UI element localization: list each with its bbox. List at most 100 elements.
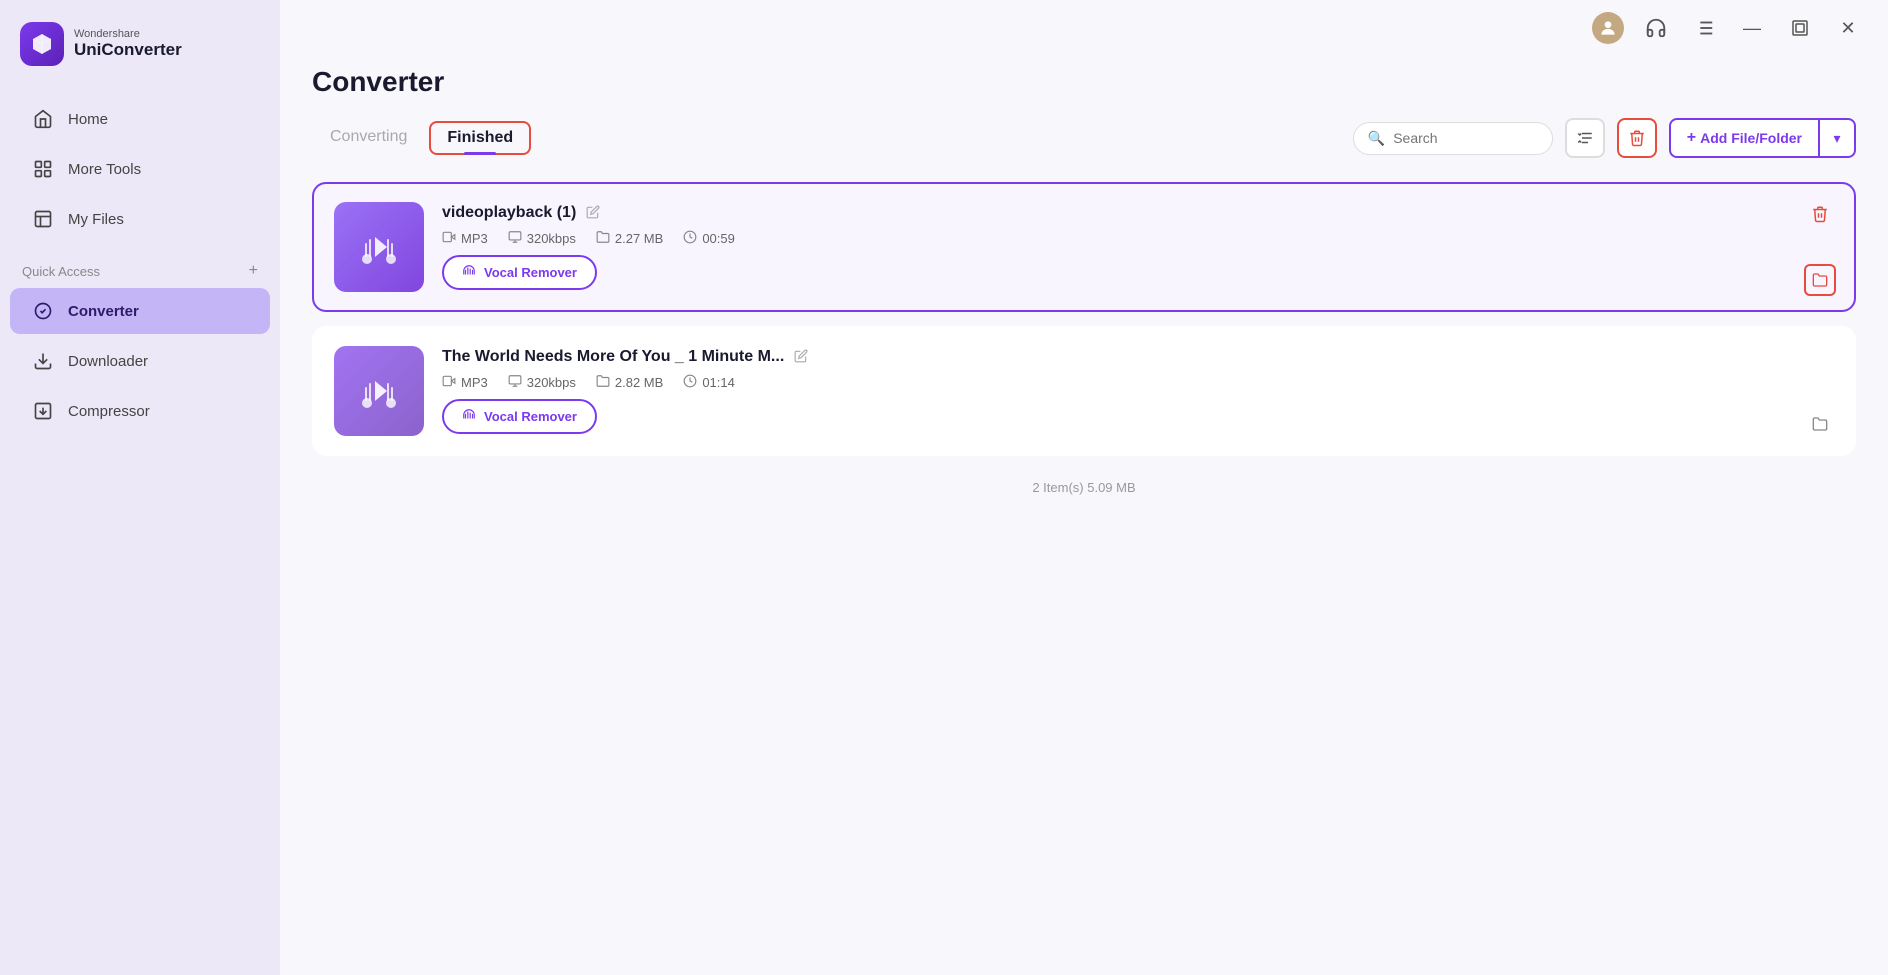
delete-file-icon-1[interactable] xyxy=(1804,198,1836,230)
file-info-1: videoplayback (1) MP3 xyxy=(442,204,1834,290)
folder-icon-2 xyxy=(596,374,610,391)
tab-converting[interactable]: Converting xyxy=(312,120,425,156)
open-folder-icon-2[interactable] xyxy=(1804,408,1836,440)
sidebar-item-my-files[interactable]: My Files xyxy=(10,196,270,242)
file-size-2: 2.82 MB xyxy=(596,374,663,391)
app-name: Wondershare UniConverter xyxy=(74,28,182,60)
file-thumb-2 xyxy=(334,346,424,436)
logo-area: Wondershare UniConverter xyxy=(0,0,280,94)
file-bitrate-1: 320kbps xyxy=(508,230,576,247)
file-info-2: The World Needs More Of You _ 1 Minute M… xyxy=(442,348,1834,434)
page-title: Converter xyxy=(312,56,1856,98)
file-name-1: videoplayback (1) xyxy=(442,204,576,222)
home-icon xyxy=(32,108,54,130)
sidebar-item-downloader[interactable]: Downloader xyxy=(10,338,270,384)
search-icon: 🔍 xyxy=(1368,130,1385,147)
file-duration-text-2: 01:14 xyxy=(702,375,735,390)
file-duration-1: 00:59 xyxy=(683,230,735,247)
tabs: Converting Finished xyxy=(312,120,531,156)
toolbar-row: Converting Finished 🔍 xyxy=(312,118,1856,158)
search-box[interactable]: 🔍 xyxy=(1353,122,1553,155)
topbar: — ✕ xyxy=(280,0,1888,56)
sidebar-item-compressor-label: Compressor xyxy=(68,403,150,420)
close-icon[interactable]: ✕ xyxy=(1832,12,1864,44)
sidebar-item-my-files-label: My Files xyxy=(68,211,124,228)
tab-converting-label: Converting xyxy=(330,128,407,145)
vocal-remover-label-1: Vocal Remover xyxy=(484,265,577,280)
tab-finished-label: Finished xyxy=(447,129,513,146)
file-actions-1 xyxy=(1804,198,1836,296)
bitrate-icon-2 xyxy=(508,374,522,391)
sidebar-item-home[interactable]: Home xyxy=(10,96,270,142)
file-bitrate-text-2: 320kbps xyxy=(527,375,576,390)
file-bitrate-text-1: 320kbps xyxy=(527,231,576,246)
delete-button[interactable] xyxy=(1617,118,1657,158)
compressor-icon xyxy=(32,400,54,422)
quick-access-section: Quick Access + xyxy=(0,244,280,286)
file-size-text-1: 2.27 MB xyxy=(615,231,663,246)
add-file-label: Add File/Folder xyxy=(1700,130,1802,146)
file-format-1: MP3 xyxy=(442,230,488,247)
clock-icon-2 xyxy=(683,374,697,391)
quick-access-label: Quick Access xyxy=(22,264,100,279)
search-input[interactable] xyxy=(1393,130,1533,146)
file-meta-1: MP3 320kbps 2.27 MB xyxy=(442,230,1834,247)
sidebar-item-converter-label: Converter xyxy=(68,303,139,320)
file-bitrate-2: 320kbps xyxy=(508,374,576,391)
video-icon-1 xyxy=(442,230,456,247)
file-name-row-1: videoplayback (1) xyxy=(442,204,1834,222)
sidebar-item-more-tools-label: More Tools xyxy=(68,161,141,178)
vocal-remover-button-2[interactable]: Vocal Remover xyxy=(442,399,597,434)
add-file-dropdown-button[interactable]: ▾ xyxy=(1820,118,1856,158)
add-file-group: + Add File/Folder ▾ xyxy=(1669,118,1856,158)
bitrate-icon-1 xyxy=(508,230,522,247)
file-thumb-1 xyxy=(334,202,424,292)
sidebar-item-compressor[interactable]: Compressor xyxy=(10,388,270,434)
more-tools-icon xyxy=(32,158,54,180)
product-name: UniConverter xyxy=(74,40,182,60)
sidebar: Wondershare UniConverter Home More Tools xyxy=(0,0,280,975)
sidebar-item-home-label: Home xyxy=(68,111,108,128)
headset-icon[interactable] xyxy=(1640,12,1672,44)
file-card-1: videoplayback (1) MP3 xyxy=(312,182,1856,312)
chevron-down-icon: ▾ xyxy=(1833,130,1840,147)
status-text: 2 Item(s) 5.09 MB xyxy=(1032,480,1135,495)
sidebar-item-converter[interactable]: Converter xyxy=(10,288,270,334)
sidebar-item-more-tools[interactable]: More Tools xyxy=(10,146,270,192)
plus-icon: + xyxy=(1687,129,1696,147)
vocal-remover-icon-1 xyxy=(462,264,476,281)
tab-finished[interactable]: Finished xyxy=(429,121,531,155)
brand-name: Wondershare xyxy=(74,28,182,40)
file-format-2: MP3 xyxy=(442,374,488,391)
clock-icon-1 xyxy=(683,230,697,247)
list-icon[interactable] xyxy=(1688,12,1720,44)
maximize-icon[interactable] xyxy=(1784,12,1816,44)
file-name-row-2: The World Needs More Of You _ 1 Minute M… xyxy=(442,348,1834,366)
my-files-icon xyxy=(32,208,54,230)
folder-icon-1 xyxy=(596,230,610,247)
minimize-icon[interactable]: — xyxy=(1736,12,1768,44)
open-folder-icon-1[interactable] xyxy=(1804,264,1836,296)
downloader-icon xyxy=(32,350,54,372)
avatar[interactable] xyxy=(1592,12,1624,44)
vocal-remover-button-1[interactable]: Vocal Remover xyxy=(442,255,597,290)
edit-icon-2[interactable] xyxy=(794,349,808,366)
sort-button[interactable] xyxy=(1565,118,1605,158)
file-size-text-2: 2.82 MB xyxy=(615,375,663,390)
main-content: — ✕ Converter Converting Finished xyxy=(280,0,1888,975)
file-format-text-2: MP3 xyxy=(461,375,488,390)
vocal-remover-label-2: Vocal Remover xyxy=(484,409,577,424)
file-meta-2: MP3 320kbps 2.82 MB xyxy=(442,374,1834,391)
file-actions-2 xyxy=(1804,342,1836,440)
edit-icon-1[interactable] xyxy=(586,205,600,222)
add-file-button[interactable]: + Add File/Folder xyxy=(1669,118,1820,158)
converter-icon xyxy=(32,300,54,322)
file-name-2: The World Needs More Of You _ 1 Minute M… xyxy=(442,348,784,366)
sidebar-item-downloader-label: Downloader xyxy=(68,353,148,370)
file-duration-text-1: 00:59 xyxy=(702,231,735,246)
video-icon-2 xyxy=(442,374,456,391)
quick-access-add-icon[interactable]: + xyxy=(249,262,258,280)
content-area: Converter Converting Finished 🔍 xyxy=(280,56,1888,975)
vocal-remover-icon-2 xyxy=(462,408,476,425)
file-size-1: 2.27 MB xyxy=(596,230,663,247)
